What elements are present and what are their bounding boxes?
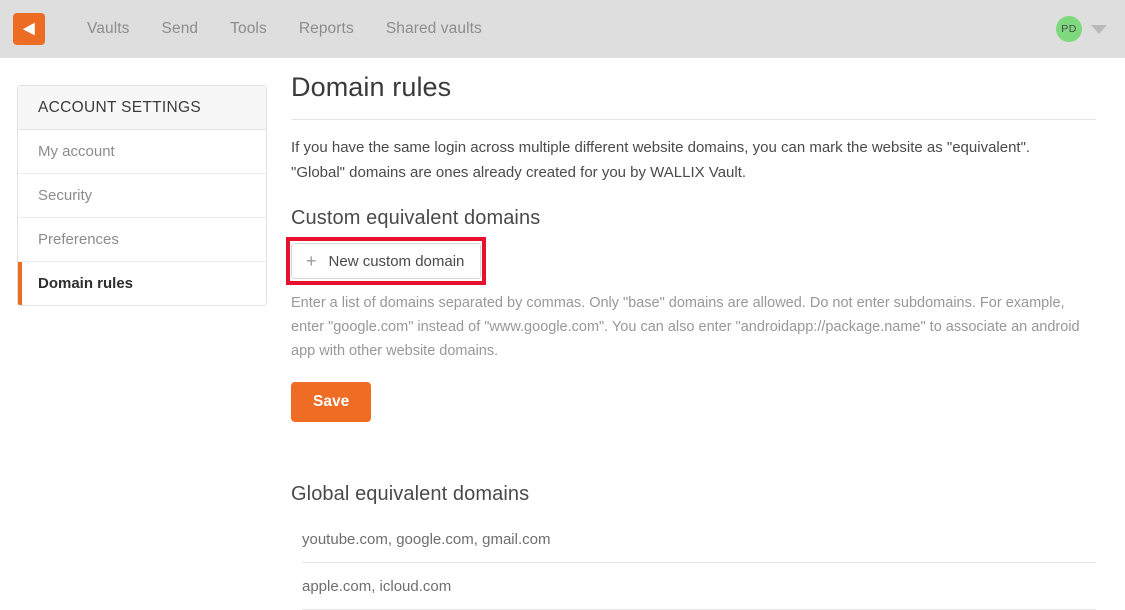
global-domains-heading: Global equivalent domains [291, 483, 530, 505]
new-custom-domain-wrapper: + New custom domain [286, 237, 487, 285]
plus-icon: + [306, 251, 317, 271]
top-header-bar: Vaults Send Tools Reports Shared vaults … [0, 0, 1125, 58]
account-menu: PD [1056, 16, 1107, 42]
main-content: Domain rules If you have the same login … [286, 72, 1096, 610]
sidebar-item-label: Domain rules [38, 275, 134, 292]
list-item[interactable]: youtube.com, google.com, gmail.com [302, 516, 1096, 563]
page-title: Domain rules [291, 72, 1096, 120]
nav-item-send[interactable]: Send [146, 0, 215, 58]
sidebar-title: ACCOUNT SETTINGS [18, 86, 266, 130]
sidebar-item-security[interactable]: Security [18, 174, 266, 218]
new-custom-domain-label: New custom domain [328, 252, 465, 270]
wallix-vault-logo-icon[interactable] [13, 13, 45, 45]
nav-item-shared-vaults[interactable]: Shared vaults [370, 0, 498, 58]
nav-item-vaults[interactable]: Vaults [71, 0, 146, 58]
save-button[interactable]: Save [291, 382, 372, 422]
intro-paragraph: If you have the same login across multip… [291, 135, 1081, 185]
avatar[interactable]: PD [1056, 16, 1082, 42]
sidebar-item-label: Security [38, 187, 93, 204]
list-item[interactable]: apple.com, icloud.com [302, 563, 1096, 610]
new-custom-domain-button[interactable]: + New custom domain [291, 243, 482, 279]
main-navigation: Vaults Send Tools Reports Shared vaults [71, 0, 498, 58]
sidebar-item-preferences[interactable]: Preferences [18, 218, 266, 262]
intro-line-2: "Global" domains are ones already create… [291, 164, 747, 181]
custom-domains-help-text: Enter a list of domains separated by com… [291, 295, 1080, 359]
global-domains-section: Global equivalent domains youtube.com, g… [291, 483, 1096, 610]
sidebar-item-my-account[interactable]: My account [18, 130, 266, 174]
chevron-down-icon[interactable] [1091, 24, 1107, 34]
sidebar-item-domain-rules[interactable]: Domain rules [18, 262, 266, 305]
intro-line-1: If you have the same login across multip… [291, 139, 1031, 156]
nav-item-reports[interactable]: Reports [283, 0, 370, 58]
global-domains-list: youtube.com, google.com, gmail.com apple… [291, 516, 1096, 610]
account-settings-sidebar: ACCOUNT SETTINGS My account Security Pre… [17, 85, 267, 306]
custom-domains-heading: Custom equivalent domains [291, 207, 541, 229]
sidebar-item-label: Preferences [38, 231, 119, 248]
sidebar-item-label: My account [38, 143, 115, 160]
nav-item-tools[interactable]: Tools [214, 0, 283, 58]
